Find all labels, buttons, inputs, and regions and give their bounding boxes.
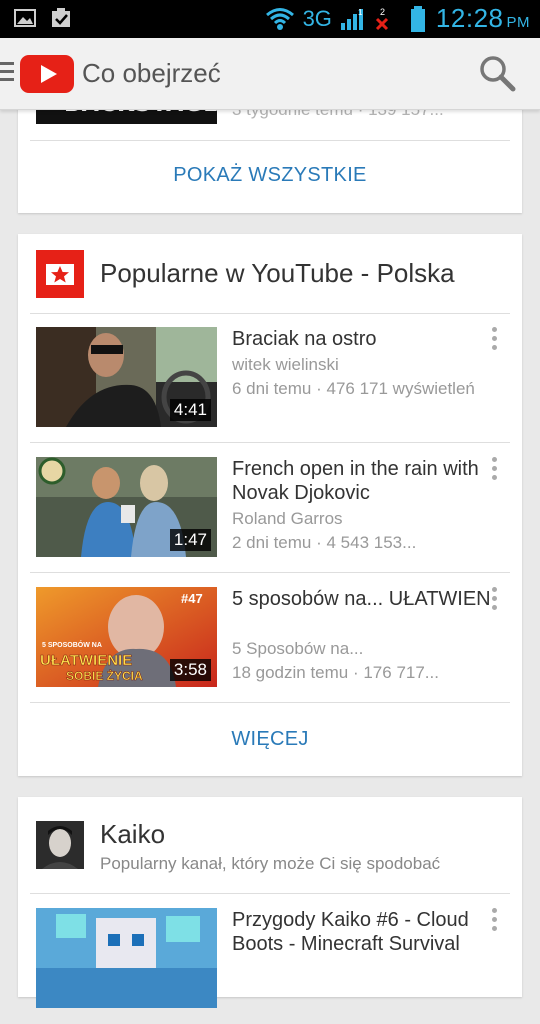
battery-icon — [410, 5, 425, 32]
thumbnail-text-2: UŁATWIENIE — [40, 652, 132, 669]
clipboard-check-icon — [50, 8, 72, 28]
thumbnail-text-1: 5 SPOSOBÓW NA — [42, 640, 102, 649]
gallery-icon — [14, 8, 36, 28]
page-title: Co obejrzeć — [82, 58, 221, 88]
video-duration: 1:47 — [169, 529, 211, 551]
more-options-icon[interactable] — [488, 908, 500, 934]
more-button[interactable]: WIĘCEJ — [18, 728, 522, 751]
clock-time: 12:28 — [435, 3, 504, 33]
star-icon — [36, 250, 84, 298]
divider — [30, 702, 510, 703]
video-channel[interactable]: Roland Garros — [232, 509, 343, 529]
video-meta: 6 dni temu · 476 171 wyświetleń — [232, 379, 475, 398]
thumbnail-text-3: SOBIE ŻYCIA — [66, 668, 143, 683]
video-title[interactable]: French open in the rain with Novak Djoko… — [232, 457, 487, 505]
video-meta: 18 godzin temu · 176 717... — [232, 663, 439, 682]
more-options-icon[interactable] — [488, 457, 500, 483]
search-icon[interactable] — [478, 54, 518, 94]
divider — [30, 140, 510, 141]
video-title[interactable]: 5 sposobów na... UŁATWIENIE SOBIE ŻYCI..… — [232, 587, 492, 611]
more-options-icon[interactable] — [488, 587, 500, 613]
wifi-icon — [265, 7, 294, 30]
video-channel[interactable]: 5 Sposobów na... — [232, 639, 363, 659]
video-thumbnail[interactable] — [36, 908, 217, 1008]
channel-title[interactable]: Kaiko — [100, 819, 165, 850]
video-row[interactable]: #47 5 SPOSOBÓW NA UŁATWIENIE SOBIE ŻYCIA… — [18, 573, 522, 703]
thumbnail-badge: #47 — [181, 591, 203, 606]
clock-ampm: PM — [506, 14, 530, 31]
signal-icon: 1 — [340, 8, 363, 30]
video-thumbnail[interactable]: #47 5 SPOSOBÓW NA UŁATWIENIE SOBIE ŻYCIA… — [36, 587, 217, 687]
section-title: Popularne w YouTube - Polska — [100, 258, 455, 288]
signal-badge-2: 2 — [380, 7, 385, 17]
video-row[interactable]: 1:47 French open in the rain with Novak … — [18, 443, 522, 573]
video-row[interactable]: Przygody Kaiko #6 - Cloud Boots - Minecr… — [18, 894, 522, 1024]
menu-icon[interactable] — [0, 62, 14, 86]
network-type-label: 3G — [302, 5, 332, 31]
more-options-icon[interactable] — [488, 327, 500, 353]
video-duration: 4:41 — [169, 399, 211, 421]
video-channel[interactable]: witek wielinski — [232, 355, 339, 375]
signal-badge-1: 1 — [358, 8, 363, 17]
avatar[interactable] — [36, 821, 84, 869]
no-signal-icon: 2 — [375, 7, 388, 30]
show-all-button[interactable]: POKAŻ WSZYSTKIE — [18, 164, 522, 187]
video-title[interactable]: Braciak na ostro — [232, 327, 487, 351]
video-row[interactable]: 4:41 Braciak na ostro witek wielinski 6 … — [18, 313, 522, 443]
clock: 12:28 PM — [436, 3, 530, 34]
channel-subtitle: Popularny kanał, który może Ci się spodo… — [100, 854, 441, 873]
video-thumbnail[interactable]: 4:41 — [36, 327, 217, 427]
status-bar: 3G 1 2 12:28 PM — [0, 0, 540, 38]
video-meta: 2 dni temu · 4 543 153... — [232, 533, 417, 552]
action-bar: Co obejrzeć — [0, 38, 540, 110]
video-title[interactable]: Przygody Kaiko #6 - Cloud Boots - Minecr… — [232, 908, 487, 956]
channel-suggestion-card: Kaiko Popularny kanał, który może Ci się… — [18, 797, 522, 1008]
youtube-logo[interactable] — [20, 55, 74, 98]
video-thumbnail[interactable]: 1:47 — [36, 457, 217, 557]
video-duration: 3:58 — [169, 659, 211, 681]
popular-section-card: Popularne w YouTube - Polska 4:41 Bracia… — [18, 234, 522, 776]
